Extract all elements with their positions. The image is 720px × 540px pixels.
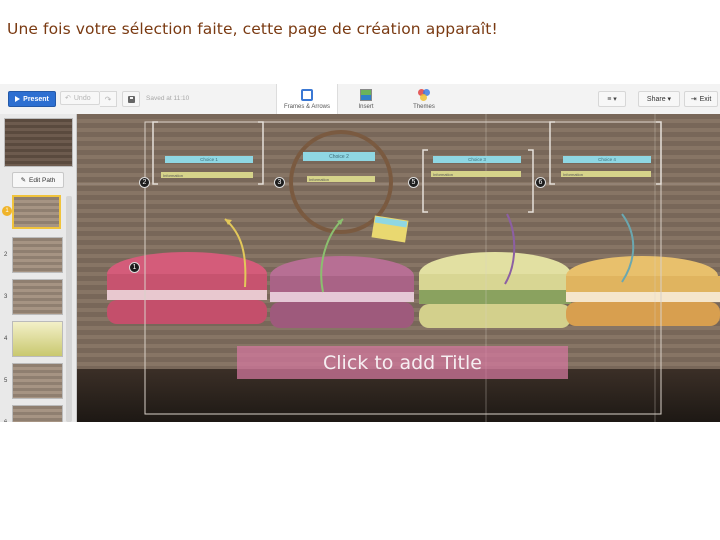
peach-macaron [566,256,720,326]
path-item[interactable]: 1 [0,194,76,232]
path-item[interactable]: 6 [0,404,76,422]
saved-status: Saved at 11:10 [146,95,190,102]
path-marker[interactable]: 1 [129,262,140,273]
edit-path-button[interactable]: ✎ Edit Path [12,172,64,188]
path-number: 3 [4,294,8,300]
redo-icon: ↷ [104,94,112,104]
pistachio-macaron [419,252,571,328]
edit-path-label: Edit Path [29,176,56,184]
sidebar-scrollbar[interactable] [66,196,72,422]
themes-label: Themes [413,104,435,110]
purple-macaron [270,256,414,328]
save-button[interactable] [122,91,140,107]
path-number: 6 [4,420,7,422]
frame-text-1[interactable]: Information [161,172,253,178]
path-item[interactable]: 3 [0,278,76,316]
path-marker[interactable]: 5 [408,177,419,188]
path-item[interactable]: 4 [0,320,76,358]
path-item[interactable]: 5 [0,362,76,400]
path-thumbnail [12,279,63,315]
path-marker[interactable]: 6 [535,177,546,188]
themes-icon [418,89,430,101]
prezi-editor: Present ↶ Undo ↷ Saved at 11:10 Frames &… [0,84,720,422]
exit-icon: ⇥ [690,96,697,103]
present-label: Present [23,95,49,103]
slide-caption: Une fois votre sélection faite, cette pa… [7,20,498,38]
pencil-icon: ✎ [20,177,27,184]
frames-label: Frames & Arrows [283,104,330,110]
frames-arrows-tool[interactable]: Frames & Arrows [276,84,338,114]
frame-label-choice-1[interactable]: Choice 1 [165,156,253,163]
overview-thumbnail[interactable] [4,118,73,167]
frame-label-choice-4[interactable]: Choice 4 [563,156,651,163]
path-number: 1 [2,206,12,216]
insert-label: Insert [358,104,374,110]
path-thumbnail [12,405,63,422]
undo-button[interactable]: ↶ Undo [60,91,100,105]
play-icon [15,96,21,102]
top-toolbar: Present ↶ Undo ↷ Saved at 11:10 Frames &… [0,84,720,115]
path-marker[interactable]: 2 [139,177,150,188]
present-button[interactable]: Present [8,91,56,107]
exit-label: Exit [699,95,712,103]
path-sidebar: ✎ Edit Path 1 2 3 4 5 6 [0,114,77,422]
path-thumbnail [12,321,63,357]
path-thumbnail [12,195,61,229]
frame-label-choice-2[interactable]: Choice 2 [303,152,375,161]
path-item[interactable]: 2 [0,236,76,274]
undo-icon: ↶ [65,95,71,102]
path-thumbnail [12,237,63,273]
title-placeholder[interactable]: Click to add Title [237,346,568,379]
save-icon [127,95,135,103]
frames-icon [301,89,313,101]
path-thumbnail [12,363,63,399]
share-button[interactable]: Share ▾ [638,91,680,107]
menu-button[interactable]: ≡ ▾ [598,91,626,107]
frame-text-4[interactable]: Information [561,171,651,177]
exit-button[interactable]: ⇥ Exit [684,91,718,107]
themes-tool[interactable]: Themes [404,84,444,114]
path-number: 4 [4,336,8,342]
slide-canvas[interactable]: Choice 1 Information Choice 2 Informatio… [77,114,720,422]
path-number: 2 [4,252,8,258]
frame-label-choice-3[interactable]: Choice 3 [433,156,521,163]
insert-tool[interactable]: Insert [346,84,386,114]
undo-label: Undo [73,94,91,102]
frame-text-2[interactable]: Information [307,176,375,182]
frame-text-3[interactable]: Information [431,171,521,177]
redo-button[interactable]: ↷ [100,91,117,107]
insert-image-icon [360,89,372,101]
path-marker[interactable]: 3 [274,177,285,188]
path-number: 5 [4,378,8,384]
